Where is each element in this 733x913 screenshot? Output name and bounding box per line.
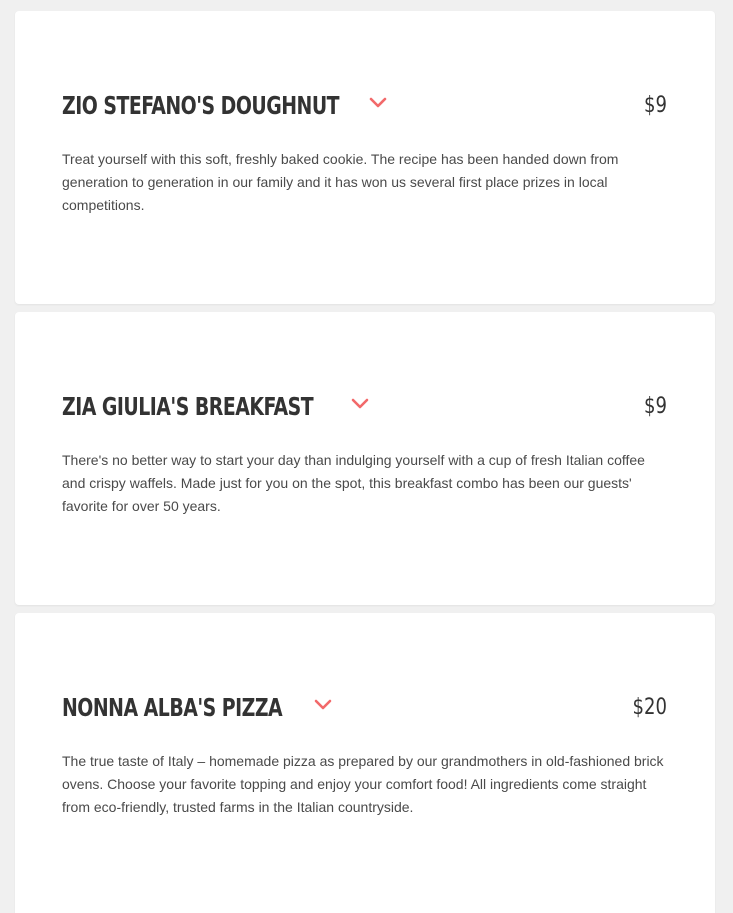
menu-item-title: ZIA GIULIA'S BREAKFAST xyxy=(62,392,314,421)
chevron-down-icon[interactable] xyxy=(350,394,370,414)
menu-item-description: Treat yourself with this soft, freshly b… xyxy=(62,151,619,213)
menu-item-header: ZIO STEFANO'S DOUGHNUT $9 xyxy=(62,89,667,123)
menu-item-price: $9 xyxy=(644,93,667,118)
chevron-down-icon[interactable] xyxy=(313,695,333,715)
menu-item-header: ZIA GIULIA'S BREAKFAST $9 xyxy=(62,390,667,424)
menu-item-title: ZIO STEFANO'S DOUGHNUT xyxy=(62,91,340,120)
menu-item-description: The true taste of Italy – homemade pizza… xyxy=(62,753,664,815)
menu-item-price: $20 xyxy=(632,695,667,720)
chevron-down-icon[interactable] xyxy=(368,93,388,113)
menu-item-title: NONNA ALBA'S PIZZA xyxy=(62,693,283,722)
menu-item-card: ZIO STEFANO'S DOUGHNUT $9 Treat yourself… xyxy=(15,11,715,304)
menu-item-card: NONNA ALBA'S PIZZA $20 The true taste of… xyxy=(15,613,715,913)
menu-item-price: $9 xyxy=(644,394,667,419)
menu-item-description: There's no better way to start your day … xyxy=(62,452,645,514)
menu-item-card: ZIA GIULIA'S BREAKFAST $9 There's no bet… xyxy=(15,312,715,605)
menu-item-header: NONNA ALBA'S PIZZA $20 xyxy=(62,691,667,725)
